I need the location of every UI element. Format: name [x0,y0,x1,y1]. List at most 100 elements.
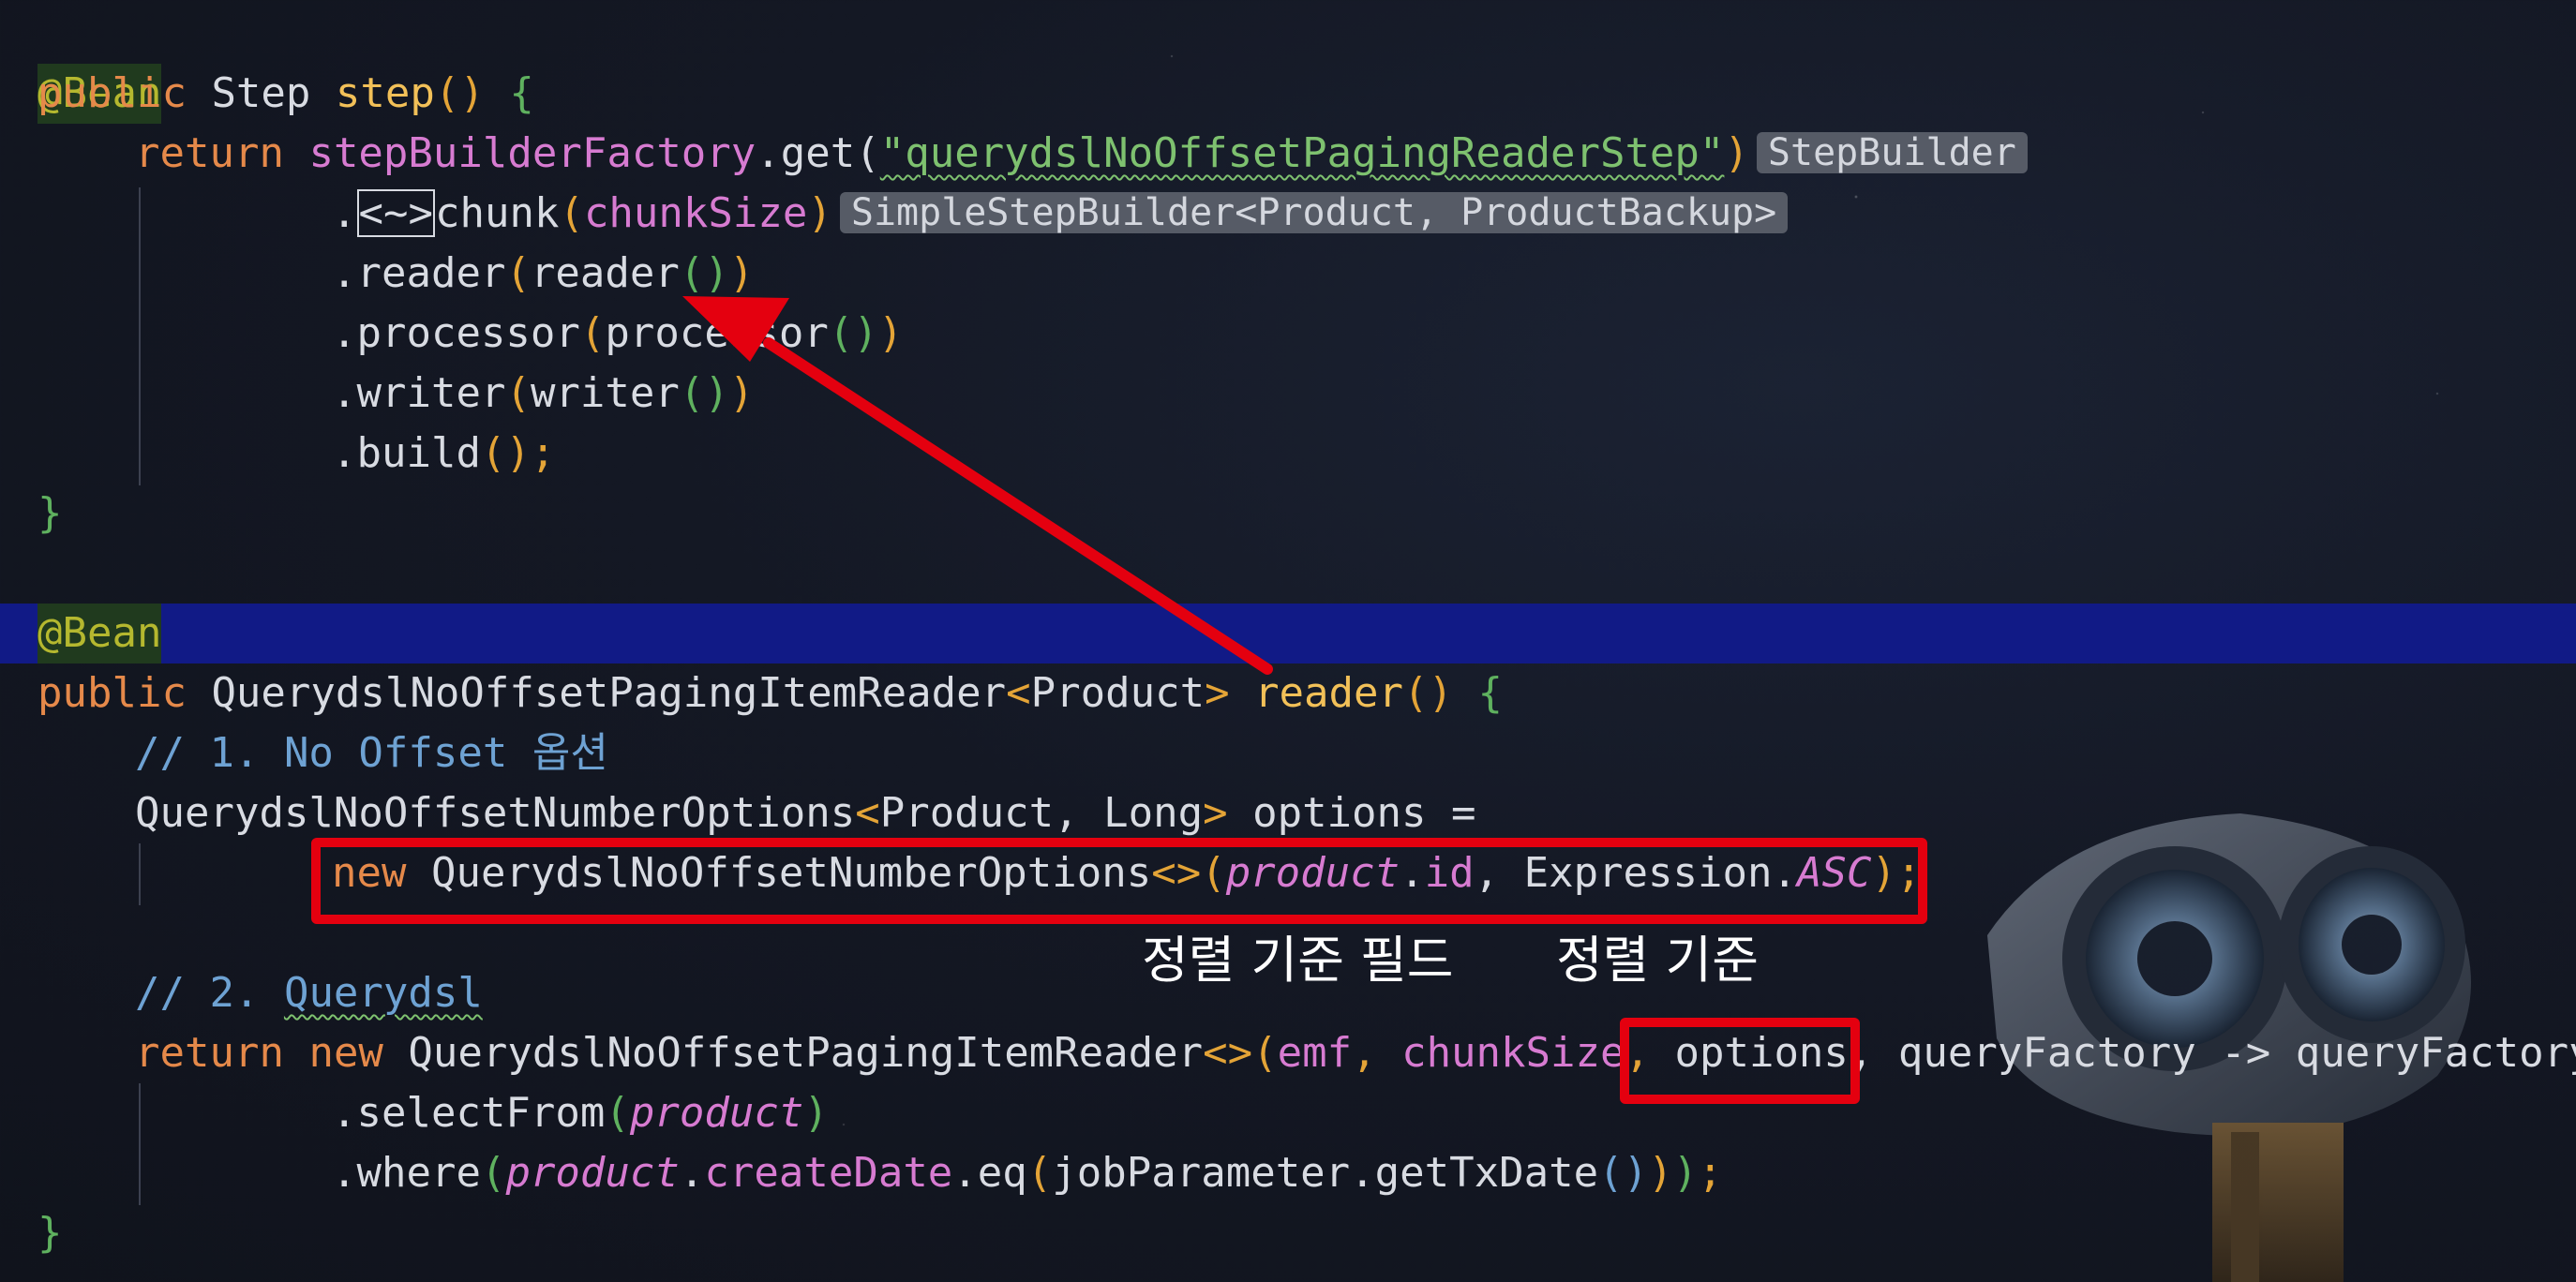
code-line[interactable]: .build(); [0,424,2576,484]
paren-token: ( [605,1089,630,1137]
brace-token: } [37,1209,63,1257]
code-line[interactable]: return stepBuilderFactory.get("querydslN… [0,124,2576,184]
code-line[interactable]: } [0,484,2576,544]
method-call: .build [332,429,481,477]
type-args-chip[interactable]: <~> [356,189,435,237]
type-name: QuerydslNoOffsetPagingItemReader [382,1029,1204,1077]
annotation-token: @Bean [37,604,162,663]
code-line[interactable]: // 1. No Offset 옵션 [0,723,2576,783]
angle-bracket: > [1205,669,1230,717]
semicolon-token: ; [530,429,556,477]
field-token: chunkSize [583,189,808,237]
keyword-token: public [37,69,187,117]
method-call: .eq [952,1149,1027,1197]
code-line[interactable]: .processor(processor()) [0,304,2576,364]
keyword-token: return [135,1029,284,1077]
paren-token: ) [803,1089,829,1137]
method-name: reader [1229,669,1404,717]
paren-token: () [828,309,878,357]
paren-token: ) [807,189,832,237]
method-name: step [335,69,435,117]
code-line[interactable]: .<~>chunk(chunkSize) SimpleStepBuilder<Pr… [0,184,2576,244]
paren-token: ( [559,189,584,237]
method-call: writer [530,369,680,417]
code-line[interactable]: QuerydslNoOffsetNumberOptions<Product, L… [0,783,2576,843]
code-editor[interactable]: @Bean public Step step() { return stepBu… [0,0,2576,1282]
highlight-box-options-constructor [311,838,1927,924]
field-token: emf [1277,1029,1353,1077]
paren-token: ) [1724,129,1749,177]
static-field-token: product [505,1149,680,1197]
code-text: jobParameter [1052,1149,1351,1197]
keyword-token: public [37,669,187,717]
angle-bracket: < [1006,669,1031,717]
diamond-token: <> [1203,1029,1253,1077]
code-text: options = [1227,789,1476,837]
angle-bracket: > [1203,789,1228,837]
code-line[interactable]: public Step step() { [0,64,2576,124]
method-call: .reader [332,249,506,297]
sort-field-label: 정렬 기준 필드 [1142,931,1454,990]
code-text: Step [186,69,336,117]
type-name: Product, Long [879,789,1204,837]
code-line[interactable]: .where(product.createDate.eq(jobParamete… [0,1143,2576,1203]
field-token: stepBuilderFactory [308,129,756,177]
paren-token: () [480,429,531,477]
paren-token: ( [1252,1029,1278,1077]
comment-token: // 2. [135,969,284,1017]
code-line[interactable]: } [0,1203,2576,1263]
code-line[interactable]: public QuerydslNoOffsetPagingItemReader<… [0,663,2576,723]
paren-token: () [434,69,510,117]
brace-token: { [1477,669,1504,717]
field-token: chunkSize [1401,1029,1625,1077]
highlight-box-options-argument [1620,1018,1860,1104]
paren-token: () [679,249,729,297]
paren-token: ) [1672,1149,1699,1197]
angle-bracket: < [855,789,880,837]
type-name: QuerydslNoOffsetNumberOptions [135,789,856,837]
inlay-type-hint: StepBuilder [1756,132,2028,173]
code-line-selected[interactable]: @Bean [0,604,2576,663]
code-line[interactable]: .reader(reader()) [0,244,2576,304]
paren-token: () [679,369,729,417]
paren-token: ) [877,309,904,357]
method-call: chunk [434,189,560,237]
paren-token: ( [480,1149,506,1197]
method-call: reader [530,249,680,297]
static-field-token: product [629,1089,804,1137]
brace-token: { [509,69,534,117]
method-call: .writer [332,369,506,417]
code-text: . [679,1149,705,1197]
paren-token: ( [505,369,531,417]
method-call: .where [332,1149,481,1197]
code-line[interactable]: return new QuerydslNoOffsetPagingItemRea… [0,1023,2576,1083]
brace-token: } [37,489,63,537]
semicolon-token: ; [1698,1149,1723,1197]
paren-token: ( [579,309,606,357]
field-token: createDate [704,1149,953,1197]
type-name: Product [1030,669,1206,717]
paren-token: ) [728,249,755,297]
paren-token: () [1598,1149,1649,1197]
comment-token: Querydsl [283,969,483,1017]
comment-token: // 1. No Offset 옵션 [135,729,608,777]
code-text: .get( [756,129,880,177]
paren-token: () [1403,669,1478,717]
comma-token: , [1352,1029,1402,1077]
code-line[interactable]: .writer(writer()) [0,364,2576,424]
paren-token: ( [1026,1149,1053,1197]
method-call: .selectFrom [332,1089,606,1137]
code-line[interactable]: @Bean [0,4,2576,124]
lambda-text: queryFactory -> queryFactory [1873,1029,2576,1077]
sort-order-label: 정렬 기준 [1556,931,1759,990]
paren-token: ( [505,249,531,297]
paren-token: ) [728,369,755,417]
method-call: processor [605,309,829,357]
method-call: .getTxDate [1350,1149,1599,1197]
code-line[interactable]: .selectFrom(product) [0,1083,2576,1143]
method-call: .processor [332,309,580,357]
type-name: QuerydslNoOffsetPagingItemReader [186,669,1007,717]
inlay-type-hint: SimpleStepBuilder<Product, ProductBackup… [839,192,1789,233]
keyword-token: return [135,129,284,177]
string-literal: "querydslNoOffsetPagingReaderStep" [879,129,1725,177]
